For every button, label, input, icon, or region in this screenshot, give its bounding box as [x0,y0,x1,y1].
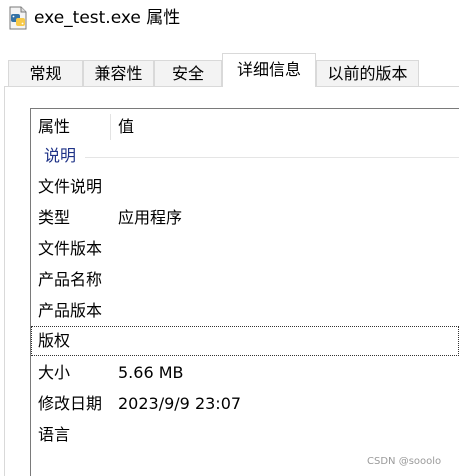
detail-value: 应用程序 [118,208,183,227]
detail-key: 语言 [38,425,71,444]
detail-key: 修改日期 [38,394,103,413]
group-divider [85,157,459,158]
column-header-value[interactable]: 值 [118,116,134,138]
detail-row-product-name[interactable]: 产品名称 [31,265,459,295]
tab-general[interactable]: 常规 [8,60,83,86]
detail-key: 文件说明 [38,177,103,196]
tab-security[interactable]: 安全 [154,60,222,86]
detail-value: 2023/9/9 23:07 [118,394,242,413]
detail-row-type[interactable]: 类型 应用程序 [31,203,459,233]
detail-row-product-version[interactable]: 产品版本 [31,296,459,326]
tab-previous-versions[interactable]: 以前的版本 [316,60,419,86]
group-description[interactable]: 说明 [44,145,76,167]
watermark: CSDN @sooolo [367,456,442,467]
detail-row-file-version[interactable]: 文件版本 [31,234,459,264]
detail-key: 大小 [38,363,71,382]
detail-row-file-description[interactable]: 文件说明 [31,172,459,202]
column-header-property[interactable]: 属性 [38,116,70,138]
column-separator[interactable] [110,114,111,140]
detail-key: 产品名称 [38,270,103,289]
detail-value: 5.66 MB [118,363,184,382]
detail-row-language[interactable]: 语言 [31,420,459,450]
detail-key: 文件版本 [38,239,103,258]
detail-key: 类型 [38,208,71,227]
window-title: exe_test.exe 属性 [34,8,181,28]
tab-compatibility[interactable]: 兼容性 [83,60,154,86]
python-file-icon [9,6,27,30]
detail-key: 产品版本 [38,301,103,320]
tab-details[interactable]: 详细信息 [222,53,316,87]
detail-key: 版权 [38,331,71,350]
detail-row-size[interactable]: 大小 5.66 MB [31,358,459,388]
detail-row-copyright[interactable]: 版权 [31,326,459,356]
detail-row-date-modified[interactable]: 修改日期 2023/9/9 23:07 [31,389,459,419]
title-bar: exe_test.exe 属性 [0,0,459,40]
